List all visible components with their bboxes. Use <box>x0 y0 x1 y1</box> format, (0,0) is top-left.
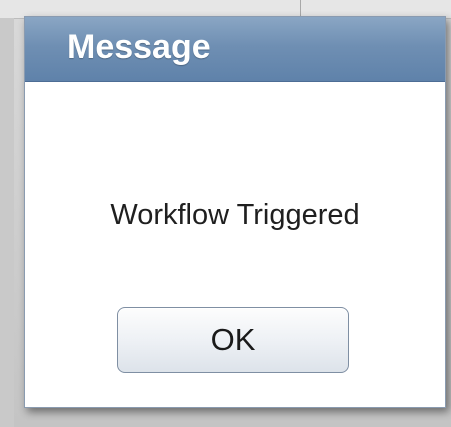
ok-button[interactable]: OK <box>117 307 349 373</box>
ok-button-label: OK <box>210 322 256 357</box>
dialog-title: Message <box>67 28 211 66</box>
message-dialog: Message Workflow Triggered OK <box>24 16 446 408</box>
dialog-header: Message <box>25 17 445 82</box>
dialog-message: Workflow Triggered <box>110 199 360 231</box>
background-left-panel <box>0 18 14 427</box>
